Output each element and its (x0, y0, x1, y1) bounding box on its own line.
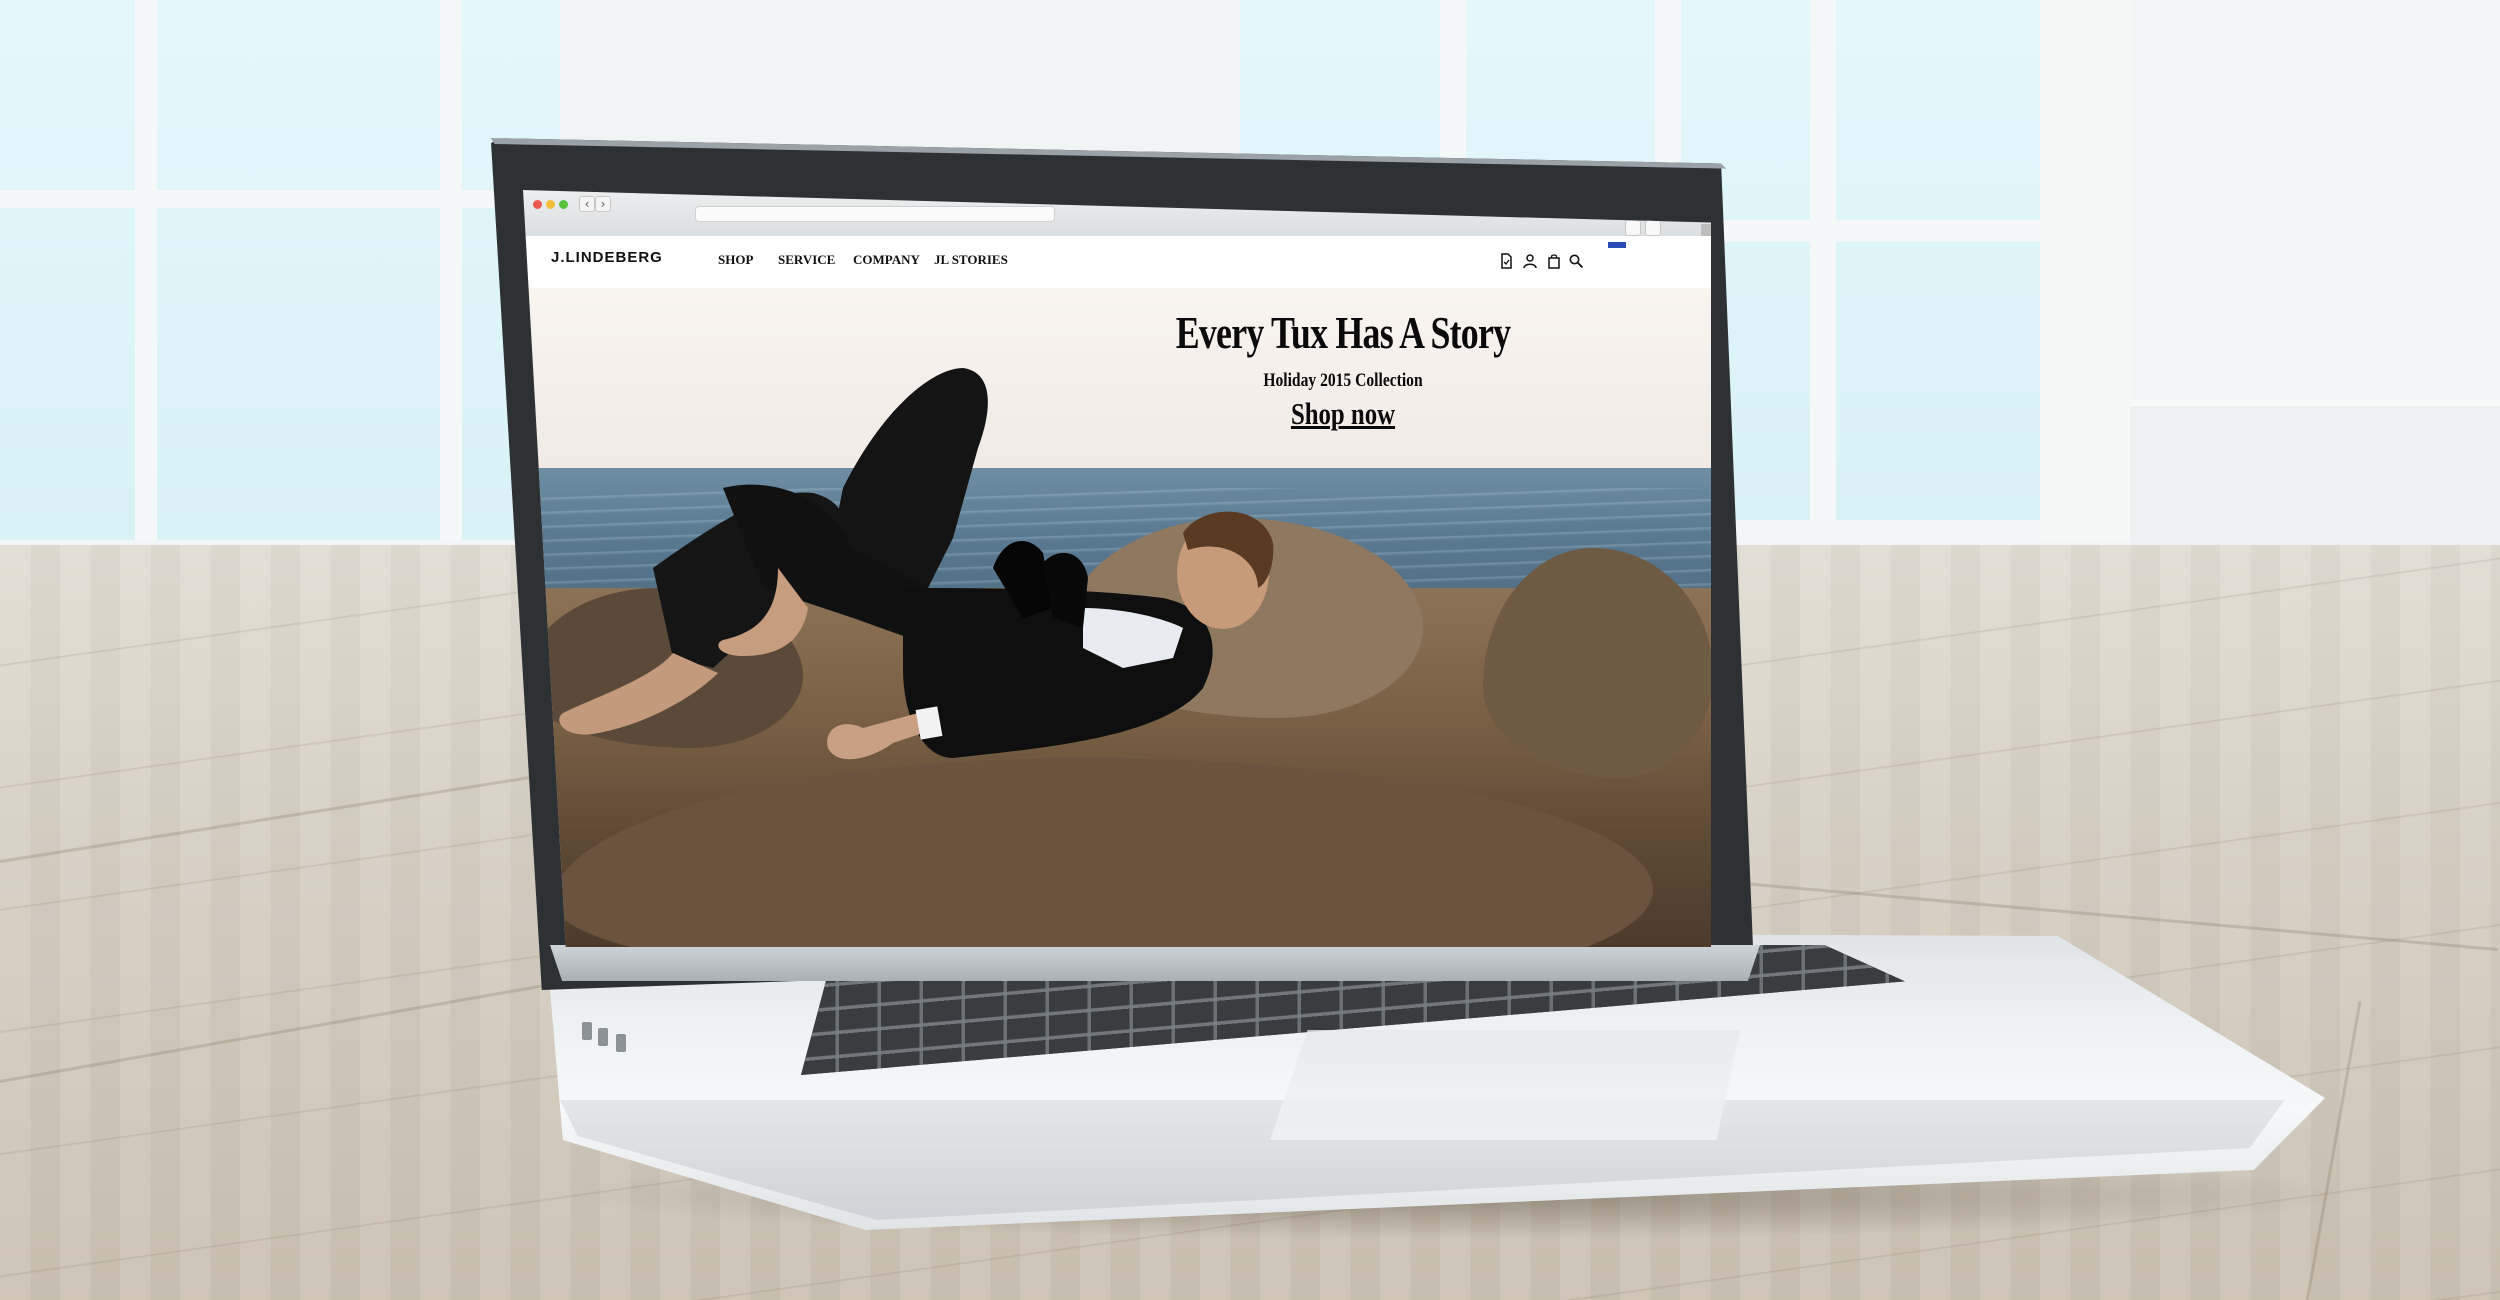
close-window-button[interactable] (533, 200, 542, 209)
maximize-window-button[interactable] (559, 200, 568, 209)
window-frame (440, 0, 462, 540)
brand-logo[interactable]: J.LINDEBERG (551, 249, 663, 266)
account-icon[interactable] (1522, 253, 1538, 269)
window-frame (135, 0, 157, 540)
hero-banner[interactable]: Every Tux Has A Story Holiday 2015 Colle… (523, 288, 1711, 947)
laptop-screen: ‹ › J.LINDEBERG SHOP SERVICE COMPANY JL … (523, 190, 1711, 947)
share-button[interactable] (1625, 220, 1641, 236)
nav-company[interactable]: COMPANY (853, 252, 920, 268)
search-icon[interactable] (1568, 253, 1584, 269)
nav-shop[interactable]: SHOP (718, 252, 753, 268)
hero-headline: Every Tux Has A Story (1175, 307, 1511, 358)
nav-jl-stories[interactable]: JL STORIES (934, 252, 1008, 268)
baseboard (2130, 400, 2500, 546)
trackpad (1270, 1030, 1740, 1140)
shop-now-link[interactable]: Shop now (1135, 396, 1551, 432)
side-port (616, 1034, 626, 1052)
address-bar[interactable] (695, 206, 1055, 222)
site-header: J.LINDEBERG SHOP SERVICE COMPANY JL STOR… (523, 236, 1711, 288)
window-frame (2040, 0, 2130, 540)
bag-icon[interactable] (1546, 253, 1562, 269)
hero-subtitle: Holiday 2015 Collection (1263, 370, 1423, 391)
forward-arrow-icon[interactable]: › (595, 196, 611, 212)
back-arrow-icon[interactable]: ‹ (579, 196, 595, 212)
wishlist-icon[interactable] (1498, 253, 1514, 269)
side-port (582, 1022, 592, 1040)
nav-service[interactable]: SERVICE (778, 252, 835, 268)
laptop-hinge (550, 945, 1760, 981)
side-port (598, 1028, 608, 1046)
minimize-window-button[interactable] (546, 200, 555, 209)
window-frame (1810, 0, 1836, 520)
window-pane (0, 0, 560, 540)
window-frame (0, 190, 560, 208)
language-flag-icon[interactable] (1608, 242, 1626, 248)
tabs-button[interactable] (1645, 220, 1661, 236)
